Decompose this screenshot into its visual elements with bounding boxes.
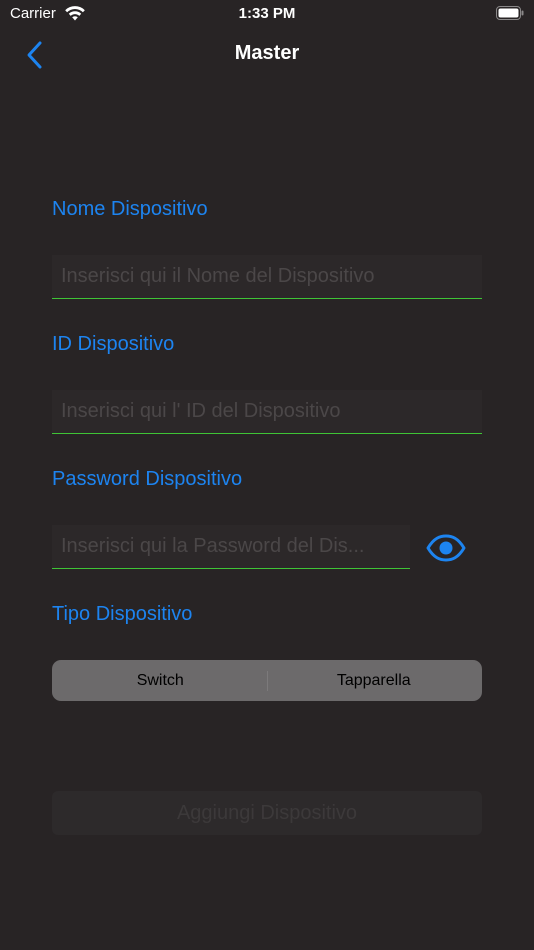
navigation-bar: Master xyxy=(0,28,534,82)
add-device-screen: Carrier 1:33 PM Master Nome Dispositivo … xyxy=(0,0,534,950)
eye-icon xyxy=(426,534,466,562)
segment-switch[interactable]: Switch xyxy=(54,662,267,699)
device-name-input[interactable] xyxy=(52,255,482,299)
device-id-input[interactable] xyxy=(52,390,482,434)
toggle-password-visibility-button[interactable] xyxy=(426,533,466,563)
device-type-segmented-control: Switch Tapparella xyxy=(52,660,482,701)
device-type-label: Tipo Dispositivo xyxy=(52,603,193,625)
status-time: 1:33 PM xyxy=(238,5,296,22)
device-password-label: Password Dispositivo xyxy=(52,468,243,490)
add-device-button[interactable]: Aggiungi Dispositivo xyxy=(52,791,482,835)
device-password-input[interactable] xyxy=(52,525,410,569)
segment-tapparella[interactable]: Tapparella xyxy=(268,662,481,699)
page-title: Master xyxy=(234,42,300,64)
status-bar: Carrier 1:33 PM xyxy=(0,0,534,28)
battery-icon xyxy=(496,6,524,20)
device-id-label: ID Dispositivo xyxy=(52,333,175,355)
device-name-label: Nome Dispositivo xyxy=(52,198,208,220)
